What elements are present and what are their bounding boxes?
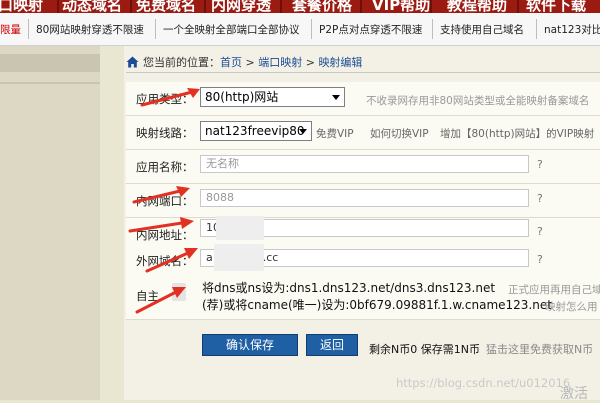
inner-addr-help-icon[interactable]: ? bbox=[537, 225, 543, 238]
outer-domain-value-end: .cc bbox=[262, 251, 279, 264]
line-value: nat123freevip80 bbox=[205, 124, 305, 138]
promo-item[interactable]: nat123对比 bbox=[544, 22, 600, 37]
outer-domain-help-icon[interactable]: ? bbox=[537, 253, 543, 266]
outer-domain-value-start: a bbox=[206, 251, 213, 264]
promo-bar: 限量 80网站映射穿透不限速 一个全映射全部端口全部协议 P2P点对点穿透不限速… bbox=[0, 13, 600, 46]
nav-free-domain[interactable]: 免费域名 bbox=[136, 0, 196, 13]
nav-separator bbox=[57, 0, 59, 13]
breadcrumb-prefix: 您当前的位置： bbox=[143, 56, 220, 69]
nav-separator bbox=[517, 0, 519, 13]
breadcrumb: 您当前的位置：首页 > 端口映射 > 映射编辑 bbox=[126, 54, 362, 71]
app-name-help-icon[interactable]: ? bbox=[537, 158, 543, 171]
promo-divider bbox=[28, 19, 29, 39]
app-type-note: 不收录网存用非80网站类型或全能映射备案域名 bbox=[366, 95, 590, 107]
breadcrumb-current-page[interactable]: 映射编辑 bbox=[318, 56, 362, 69]
inner-port-help-icon[interactable]: ? bbox=[537, 192, 543, 205]
promo-divider bbox=[155, 19, 156, 39]
nav-tutorial[interactable]: 教程帮助 bbox=[447, 0, 507, 13]
nav-intranet[interactable]: 内网穿透 bbox=[211, 0, 271, 13]
nav-separator bbox=[280, 0, 282, 13]
annotation-arrow-icon bbox=[128, 217, 194, 233]
nav-vip-help[interactable]: VIP帮助 bbox=[372, 0, 430, 13]
promo-divider bbox=[536, 19, 537, 39]
redaction-blur bbox=[216, 216, 264, 240]
promo-item[interactable]: 80网站映射穿透不限速 bbox=[36, 22, 144, 37]
chevron-down-icon bbox=[298, 124, 308, 140]
promo-item[interactable]: 支持使用自己域名 bbox=[440, 22, 524, 37]
sidebar-divider bbox=[0, 82, 100, 84]
switch-vip-link[interactable]: 如何切换VIP bbox=[370, 126, 429, 141]
breadcrumb-section-link[interactable]: 端口映射 bbox=[258, 56, 302, 69]
nav-port-mapping[interactable]: 口映射 bbox=[0, 0, 43, 13]
promo-item[interactable]: P2P点对点穿透不限速 bbox=[319, 22, 422, 37]
promo-divider bbox=[311, 19, 312, 39]
coin-balance-text: 剩余N币0 保存需1N币 bbox=[369, 343, 480, 356]
breadcrumb-divider bbox=[126, 72, 600, 73]
nav-pricing[interactable]: 套餐价格 bbox=[292, 0, 352, 13]
formal-use-note: 正式应用再用自己域 bbox=[508, 284, 600, 296]
left-sidebar bbox=[0, 46, 100, 400]
top-nav: 口映射 动态域名 免费域名 内网穿透 套餐价格 VIP帮助 教程帮助 软件下载 bbox=[0, 0, 600, 13]
coin-balance: 剩余N币0 保存需1N币猛击这里免费获取N币? bbox=[369, 341, 600, 357]
how-to-use-link[interactable]: 映射怎么用 bbox=[545, 299, 598, 314]
nav-download[interactable]: 软件下载 bbox=[526, 0, 586, 13]
home-icon bbox=[126, 56, 139, 71]
save-button[interactable]: 确认保存 bbox=[202, 334, 298, 356]
line-select[interactable]: nat123freevip80 bbox=[200, 121, 312, 141]
annotation-arrow-icon bbox=[135, 287, 186, 314]
cname-instruction: (荐)或将cname(唯一)设为:0bf679.09881f.1.w.cname… bbox=[202, 298, 552, 312]
annotation-arrow-icon bbox=[132, 186, 190, 204]
nav-separator bbox=[130, 0, 132, 13]
promo-item[interactable]: 一个全映射全部端口全部协议 bbox=[163, 22, 300, 37]
app-name-input[interactable]: 无名称 bbox=[200, 155, 529, 173]
inner-port-input[interactable]: 8088 bbox=[200, 189, 529, 207]
nav-separator bbox=[360, 0, 362, 13]
get-coins-link[interactable]: 猛击这里免费获取N币 bbox=[486, 343, 593, 356]
nav-separator bbox=[204, 0, 206, 13]
inner-port-value: 8088 bbox=[206, 191, 234, 204]
add-vip-mapping-link[interactable]: 增加【80(http)网站】的VIP映射 bbox=[440, 126, 594, 141]
watermark: https://blog.csdn.net/u012016 bbox=[396, 376, 571, 390]
breadcrumb-separator: > bbox=[305, 56, 315, 69]
nav-dynamic-domain[interactable]: 动态域名 bbox=[62, 0, 122, 13]
line-label: 映射线路： bbox=[136, 126, 194, 140]
redaction-blur bbox=[214, 244, 264, 272]
dns-instruction: 将dns或ns设为:dns1.dns123.net/dns3.dns123.ne… bbox=[202, 281, 496, 295]
breadcrumb-separator: > bbox=[245, 56, 255, 69]
sidebar-band bbox=[0, 54, 100, 72]
free-vip-text: 免费VIP bbox=[316, 128, 354, 140]
back-button[interactable]: 返回 bbox=[306, 334, 358, 356]
app-name-label: 应用名称： bbox=[136, 160, 194, 174]
app-type-value: 80(http)网站 bbox=[205, 90, 279, 104]
app-name-placeholder: 无名称 bbox=[206, 157, 239, 170]
nav-separator bbox=[430, 0, 432, 13]
promo-item[interactable]: 限量 bbox=[0, 22, 21, 37]
annotation-arrow-icon bbox=[145, 248, 198, 273]
promo-divider bbox=[432, 19, 433, 39]
annotation-arrow-icon bbox=[140, 88, 200, 107]
activate-windows-text: 激活 bbox=[560, 386, 588, 402]
chevron-down-icon bbox=[331, 90, 341, 106]
breadcrumb-home-link[interactable]: 首页 bbox=[220, 56, 242, 69]
app-type-select[interactable]: 80(http)网站 bbox=[200, 87, 345, 107]
